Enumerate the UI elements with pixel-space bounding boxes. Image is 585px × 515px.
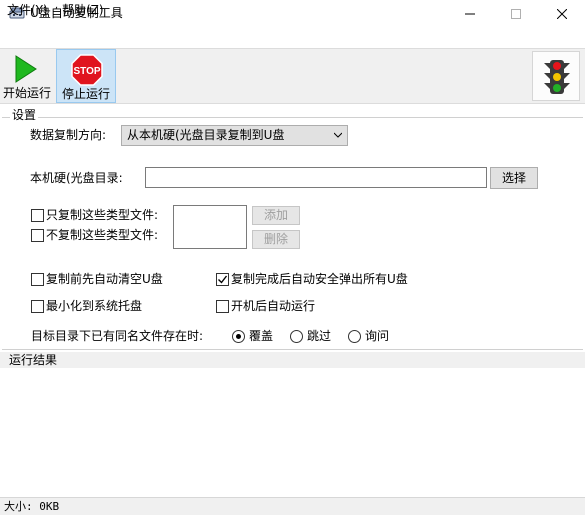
exclude-types-checkbox[interactable] [31,229,44,242]
radio-selected-dot [236,334,241,339]
close-button[interactable] [539,0,585,27]
menu-bar [0,27,585,48]
only-types-checkbox-row[interactable]: 只复制这些类型文件: [31,207,171,224]
results-log[interactable] [0,368,585,497]
close-icon [557,8,567,19]
status-size-text: 大小: 0KB [4,500,60,513]
autostart-checkbox-row[interactable]: 开机后自动运行 [216,298,396,315]
toolbar: 开始运行 STOP 停止运行 [0,48,585,104]
path-label: 本机硬(光盘目录: [30,171,123,185]
radio-ask-label: 询问 [365,329,390,343]
chevron-down-icon [334,132,342,138]
delete-button[interactable]: 删除 [252,230,300,249]
exclude-types-checkbox-row[interactable]: 不复制这些类型文件: [31,227,171,244]
checkmark-icon [218,275,228,284]
radio-skip-row[interactable]: 跳过 [290,328,350,345]
clear-before-label: 复制前先自动清空U盘 [46,272,163,286]
autostart-label: 开机后自动运行 [231,299,316,313]
path-input[interactable] [145,167,487,188]
menu-file[interactable]: 文件(Y) [7,3,48,18]
start-button[interactable]: 开始运行 [0,49,54,103]
maximize-button[interactable] [493,0,539,27]
direction-label: 数据复制方向: [30,128,107,142]
radio-overwrite[interactable] [232,330,245,343]
file-types-list[interactable] [173,205,247,249]
radio-ask-row[interactable]: 询问 [348,328,408,345]
stop-button[interactable]: STOP 停止运行 [56,49,116,103]
results-header [0,352,585,368]
eject-after-label: 复制完成后自动安全弹出所有U盘 [231,272,408,286]
minimize-button[interactable] [447,0,493,27]
exclude-types-label: 不复制这些类型文件: [46,228,159,242]
maximize-icon [511,8,521,19]
status-bar [0,497,585,515]
radio-ask[interactable] [348,330,361,343]
direction-select-value: 从本机硬(光盘目录复制到U盘 [127,128,285,142]
browse-button[interactable]: 选择 [490,167,538,189]
radio-overwrite-row[interactable]: 覆盖 [232,328,292,345]
stop-sign-text: STOP [73,66,100,77]
stop-sign-icon: STOP [71,54,103,86]
results-label: 运行结果 [9,353,58,367]
settings-legend: 设置 [10,108,39,123]
autostart-checkbox[interactable] [216,300,229,313]
menu-help[interactable]: 帮助(Z) [62,3,104,18]
start-button-label: 开始运行 [2,86,51,100]
eject-after-checkbox-row[interactable]: 复制完成后自动安全弹出所有U盘 [216,271,436,288]
traffic-light-button[interactable] [532,51,580,101]
play-icon [15,55,37,83]
only-types-label: 只复制这些类型文件: [46,208,159,222]
minimize-tray-checkbox-row[interactable]: 最小化到系统托盘 [31,298,211,315]
traffic-light-icon [544,60,570,94]
radio-skip-label: 跳过 [307,329,332,343]
conflict-label: 目标目录下已有同名文件存在时: [31,329,204,343]
minimize-icon [465,13,475,14]
clear-before-checkbox-row[interactable]: 复制前先自动清空U盘 [31,271,211,288]
only-types-checkbox[interactable] [31,209,44,222]
radio-overwrite-label: 覆盖 [249,329,274,343]
stop-button-label: 停止运行 [61,87,110,101]
minimize-tray-checkbox[interactable] [31,300,44,313]
radio-skip[interactable] [290,330,303,343]
add-button[interactable]: 添加 [252,206,300,225]
direction-select[interactable]: 从本机硬(光盘目录复制到U盘 [121,125,348,146]
eject-after-checkbox[interactable] [216,273,229,286]
minimize-tray-label: 最小化到系统托盘 [46,299,143,313]
clear-before-checkbox[interactable] [31,273,44,286]
